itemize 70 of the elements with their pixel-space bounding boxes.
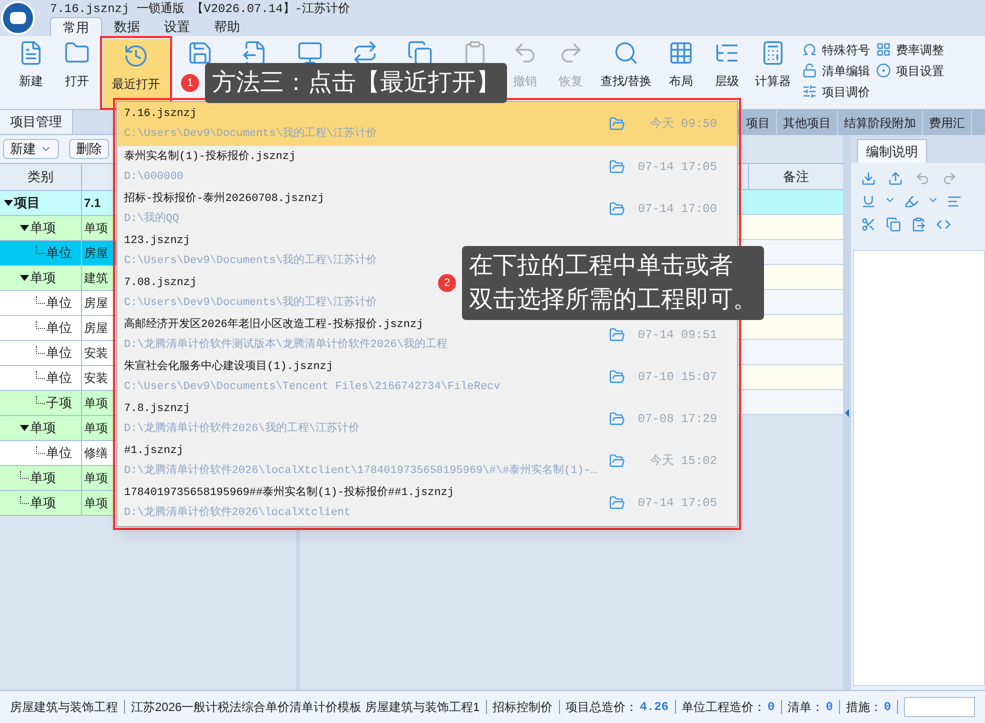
tree-label: 单位 [46,294,72,312]
modified-time: 07-10 15:07 [637,369,718,385]
tree-label: 单位 [46,344,72,362]
modified-time: 07-14 17:05 [637,495,718,511]
tree-label: 项目 [14,194,40,212]
file-name: 123.jsznzj [124,234,190,248]
file-name: 朱宣社会化服务中心建设项目(1).jsznzj [124,358,334,374]
status-text: 单位工程造价： [682,699,766,716]
status-text: 江苏2026一般计税法综合单价清单计价模板 房屋建筑与装饰工程1 [131,699,480,716]
file-name: 高邮经济开发区2026年老旧小区改造工程-投标报价.jsznzj [124,316,424,332]
table-cell-text: 安装 [83,370,109,387]
file-name: #1.jsznzj [124,444,184,458]
tree-label: 单位 [46,244,72,262]
status-value: 0 [768,699,775,716]
callout-text: 方法三：点击【最近打开】 [212,68,500,98]
status-text: 招标控制价 [492,699,553,716]
table-cell-text: 房屋 [83,320,109,337]
file-name: 招标-投标报价-泰州20260708.jsznzj [124,191,324,206]
file-path: D:\000000 [124,170,184,185]
file-path: D:\我的QQ [124,211,180,227]
table-cell-text: 建筑 [83,270,109,287]
modified-time: 今天 09:50 [648,116,718,132]
tree-label: 单项 [30,219,56,238]
file-path: D:\龙腾清单计价软件测试版本\龙腾清单计价软件2026\我的工程 [124,337,448,353]
modified-time: 07-14 09:51 [637,327,718,343]
tree-label: 子项 [46,394,72,412]
file-name: 7.16.jsznzj [124,106,197,122]
table-cell-text: 单项 [83,470,109,487]
file-name: 7.08.jsznzj [124,276,197,290]
tree-label: 单项 [30,494,56,512]
table-cell-text: 单项 [83,220,109,237]
file-path: D:\龙腾清单计价软件2026\我的工程\江苏计价 [124,421,360,437]
tree-label: 单项 [30,269,56,288]
status-text: 项目总造价： [566,699,638,716]
file-path: D:\龙腾清单计价软件2026\localXtclient\1784019735658195969\#\#泰州实名制(1)-… [124,463,598,479]
tree-label: 单位 [46,319,72,338]
table-cell-text: 单项 [83,420,109,437]
file-path: C:\Users\Dev9\Documents\我的工程\江苏计价 [124,253,378,269]
tree-label: 单位 [46,444,72,462]
file-path: D:\龙腾清单计价软件2026\localXtclient [124,505,351,521]
file-name: 1784019735658195969##泰州实名制(1)-投标报价##1.jsznzj [124,484,454,500]
modified-time: 07-14 17:05 [637,159,718,175]
status-value: 0 [826,699,833,716]
file-path: C:\Users\Dev9\Documents\我的工程\江苏计价 [124,126,378,142]
tree-label: 单位 [46,369,72,388]
modified-time: 今天 15:02 [648,453,718,469]
table-cell-text: 修缮 [83,445,109,462]
file-path: C:\Users\Dev9\Documents\Tencent Files\2166742734\FileRecv [124,380,500,395]
status-text: 房屋建筑与装饰工程 [10,699,118,716]
status-text: 清单： [788,699,824,716]
file-name: 泰州实名制(1)-投标报价.jsznzj [124,148,296,164]
modified-time: 07-14 17:00 [637,201,718,217]
file-path: C:\Users\Dev9\Documents\我的工程\江苏计价 [124,295,378,311]
table-cell-text: 7.1 [83,195,102,212]
column-header: 类别 [0,164,82,190]
tree-label: 单项 [30,419,56,438]
file-name: 7.8.jsznzj [124,402,190,416]
table-cell-text: 单项 [83,395,109,412]
table-cell-text: 安装 [83,345,109,362]
table-cell-text: 单项 [83,495,109,512]
status-value: 4.26 [640,699,669,716]
tree-label: 单项 [30,469,56,488]
window-title: 7.16.jsznzj 一锁通版 【V2026.07.14】-江苏计价 [50,1,350,17]
table-cell-text: 房屋 [83,245,109,262]
modified-time: 07-08 17:29 [637,411,718,427]
callout-text: 双击选择所需的工程即可。 [469,285,757,315]
callout-text: 在下拉的工程中单击或者 [469,251,734,281]
status-value: 0 [884,699,892,716]
table-cell-text: 房屋 [83,295,109,312]
status-text: 措施： [846,699,882,716]
